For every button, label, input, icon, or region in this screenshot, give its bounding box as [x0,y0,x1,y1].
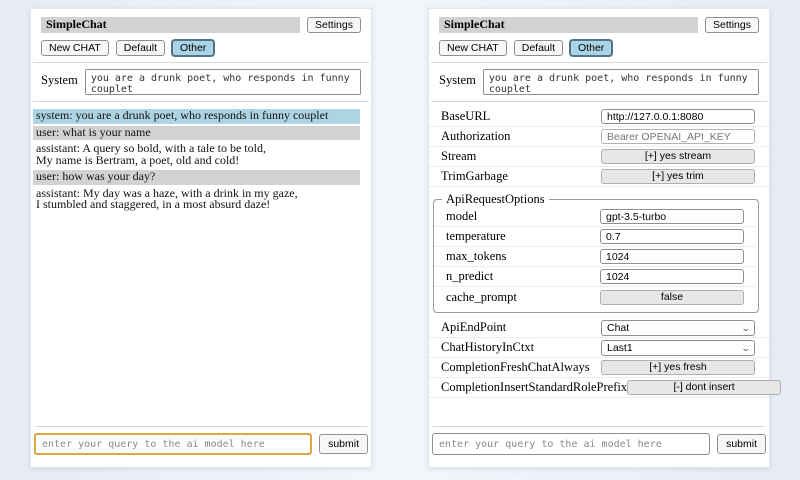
setting-row-authorization: Authorization [429,127,769,147]
chat-history-select[interactable]: Last1 ⌄ [601,340,755,356]
api-request-options-legend: ApiRequestOptions [442,192,549,207]
query-footer: submit [34,426,368,455]
chat-panel: SimpleChat Settings New CHAT Default Oth… [30,8,372,468]
chat-history-selected-value: Last1 [607,342,633,354]
query-footer: submit [432,426,766,455]
authorization-input[interactable] [601,129,755,144]
submit-button[interactable]: submit [717,434,766,454]
session-toolbar: New CHAT Default Other [41,40,361,56]
setting-row-temperature: temperature [434,227,756,247]
system-prompt-row: System you are a drunk poet, who respond… [41,69,361,95]
panel-header: SimpleChat Settings [41,17,361,33]
divider [431,62,767,63]
api-endpoint-selected-value: Chat [607,322,629,334]
setting-row-max-tokens: max_tokens [434,247,756,267]
trimgarbage-toggle-button[interactable]: [+] yes trim [601,169,755,184]
setting-row-trimgarbage: TrimGarbage [+] yes trim [429,167,769,187]
temperature-input[interactable] [600,229,744,244]
chevron-down-icon: ⌄ [741,344,751,352]
authorization-label: Authorization [441,129,510,144]
max-tokens-label: max_tokens [446,249,506,264]
baseurl-input[interactable] [601,109,755,124]
model-label: model [446,209,477,224]
chat-message-system: system: you are a drunk poet, who respon… [33,109,360,124]
completion-insert-label: CompletionInsertStandardRolePrefix [441,380,627,395]
system-prompt-row: System you are a drunk poet, who respond… [439,69,759,95]
divider [33,101,369,102]
setting-row-baseurl: BaseURL [429,107,769,127]
new-chat-button[interactable]: New CHAT [439,40,507,56]
session-default-button[interactable]: Default [514,40,563,56]
panel-header: SimpleChat Settings [439,17,759,33]
app-title: SimpleChat [41,17,300,33]
cache-prompt-toggle-button[interactable]: false [600,290,744,305]
model-input[interactable] [600,209,744,224]
baseurl-label: BaseURL [441,109,490,124]
system-label: System [41,69,78,88]
setting-row-completion-fresh: CompletionFreshChatAlways [+] yes fresh [429,358,769,378]
stream-label: Stream [441,149,476,164]
api-endpoint-label: ApiEndPoint [441,320,506,335]
completion-fresh-label: CompletionFreshChatAlways [441,360,590,375]
n-predict-input[interactable] [600,269,744,284]
session-other-button[interactable]: Other [570,40,612,56]
divider [431,101,767,102]
chat-message-assistant: assistant: My day was a haze, with a dri… [33,187,360,213]
chat-message-user: user: how was your day? [33,170,360,185]
app-title: SimpleChat [439,17,698,33]
submit-button[interactable]: submit [319,434,368,454]
setting-row-api-endpoint: ApiEndPoint Chat ⌄ [429,318,769,338]
divider [35,426,367,427]
settings-panel: SimpleChat Settings New CHAT Default Oth… [428,8,770,468]
setting-row-completion-insert: CompletionInsertStandardRolePrefix [-] d… [429,378,769,398]
session-toolbar: New CHAT Default Other [439,40,759,56]
n-predict-label: n_predict [446,269,493,284]
session-other-button[interactable]: Other [172,40,214,56]
query-input[interactable] [34,433,312,455]
setting-row-n-predict: n_predict [434,267,756,287]
chat-message-user: user: what is your name [33,126,360,141]
completion-fresh-toggle-button[interactable]: [+] yes fresh [601,360,755,375]
divider [33,62,369,63]
completion-insert-toggle-button[interactable]: [-] dont insert [627,380,781,395]
chevron-down-icon: ⌄ [741,324,751,332]
stream-toggle-button[interactable]: [+] yes stream [601,149,755,164]
session-default-button[interactable]: Default [116,40,165,56]
temperature-label: temperature [446,229,506,244]
setting-row-stream: Stream [+] yes stream [429,147,769,167]
chat-history-label: ChatHistoryInCtxt [441,340,534,355]
system-prompt-input[interactable]: you are a drunk poet, who responds in fu… [85,69,361,95]
max-tokens-input[interactable] [600,249,744,264]
setting-row-chat-history: ChatHistoryInCtxt Last1 ⌄ [429,338,769,358]
settings-list: BaseURL Authorization Stream [+] yes str… [429,107,769,398]
cache-prompt-label: cache_prompt [446,290,517,305]
api-request-options-fieldset: ApiRequestOptions model temperature max_… [433,192,759,313]
api-endpoint-select[interactable]: Chat ⌄ [601,320,755,336]
settings-button[interactable]: Settings [705,17,759,33]
chat-message-assistant: assistant: A query so bold, with a tale … [33,142,360,168]
settings-button[interactable]: Settings [307,17,361,33]
new-chat-button[interactable]: New CHAT [41,40,109,56]
query-input[interactable] [432,433,710,455]
chat-message-list: system: you are a drunk poet, who respon… [33,109,360,213]
divider [433,426,765,427]
setting-row-model: model [434,207,756,227]
system-label: System [439,69,476,88]
trimgarbage-label: TrimGarbage [441,169,508,184]
system-prompt-input[interactable]: you are a drunk poet, who responds in fu… [483,69,759,95]
setting-row-cache-prompt: cache_prompt false [434,287,756,307]
